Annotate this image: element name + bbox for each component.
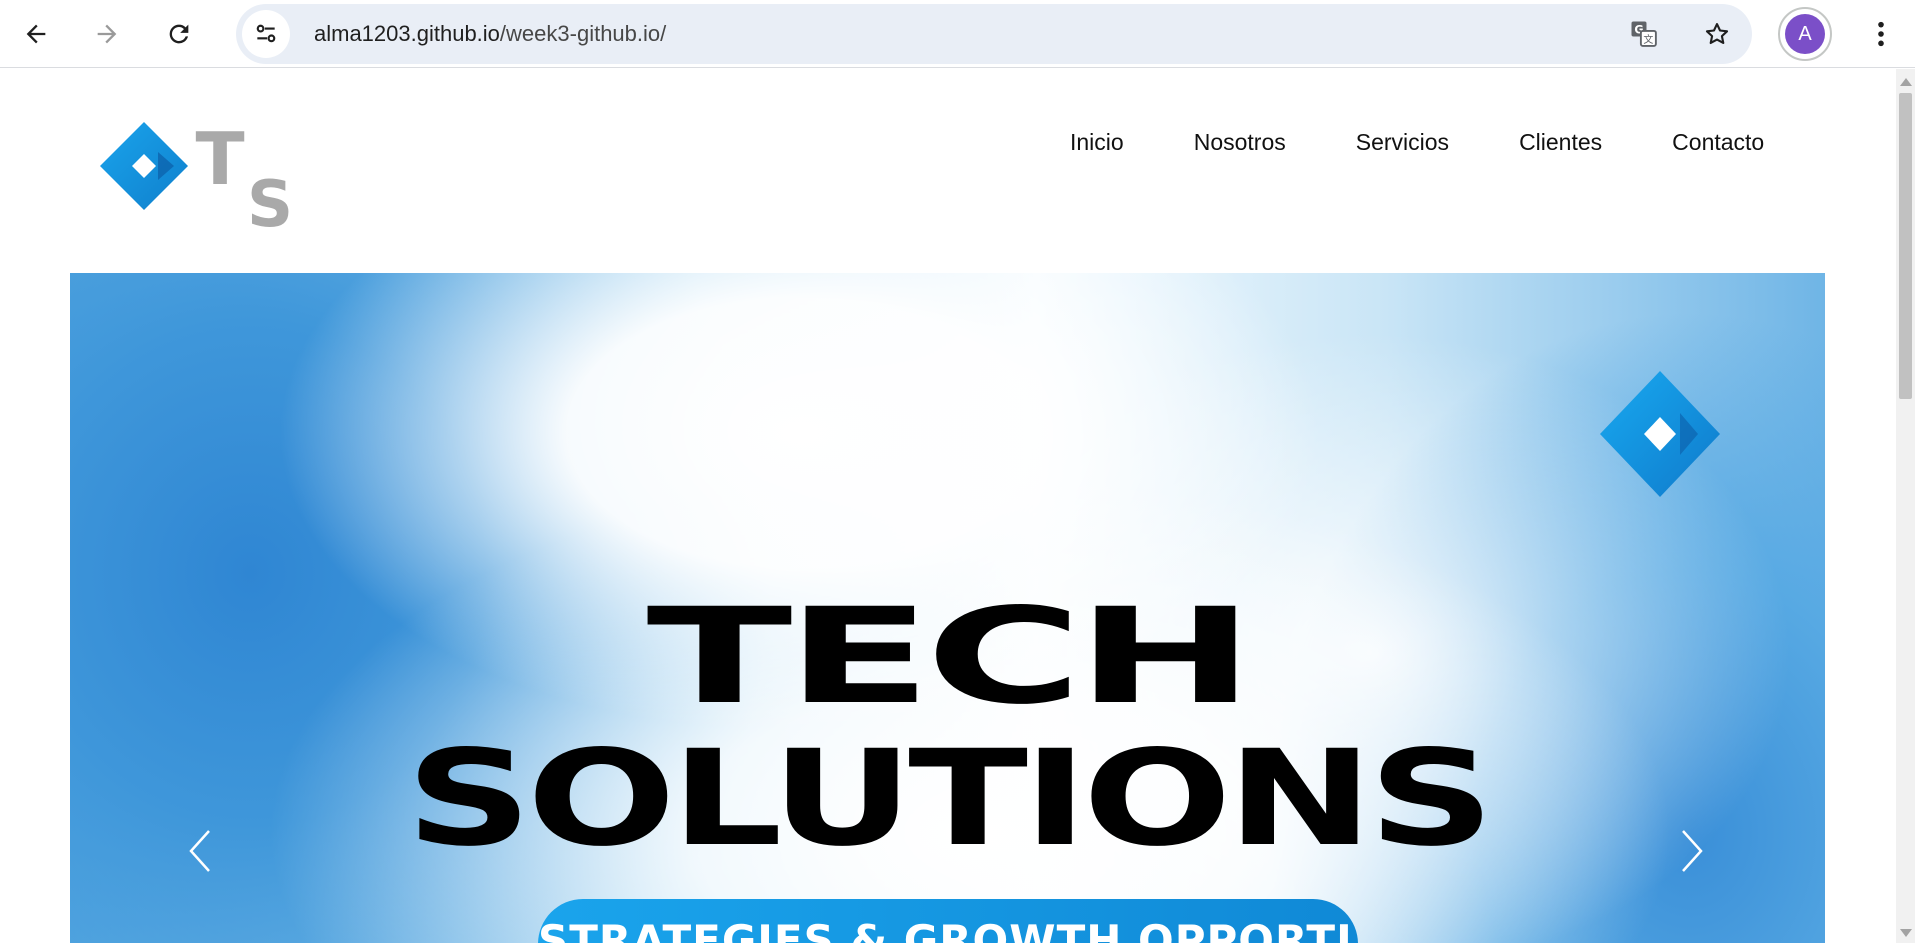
site-info-button[interactable] [242,10,290,58]
browser-toolbar: alma1203.github.io/week3-github.io/ G 文 … [0,0,1915,68]
scroll-down-arrow[interactable] [1900,929,1912,937]
page-viewport: T S Inicio Nosotros Servicios Clientes C… [0,69,1896,943]
main-nav: Inicio Nosotros Servicios Clientes Conta… [1070,129,1764,156]
reload-icon [169,24,189,44]
bookmark-button[interactable] [1697,14,1737,54]
tune-icon [256,24,276,43]
arrow-left-icon [26,24,46,44]
hero-title-line2: SOLUTIONS [405,722,1495,876]
hero-logo-diamond [1600,371,1720,497]
hero-title-line1: TECH [646,580,1255,734]
nav-item-servicios[interactable]: Servicios [1356,129,1449,156]
kebab-menu-icon [1878,21,1884,47]
translate-icon: G 文 [1631,21,1657,47]
carousel-prev-button[interactable] [170,811,230,891]
chevron-right-icon [1682,830,1703,872]
nav-item-clientes[interactable]: Clientes [1519,129,1602,156]
forward-button[interactable] [84,11,130,57]
avatar: A [1785,14,1825,54]
reload-button[interactable] [156,11,202,57]
hero-tagline: STRATEGIES & GROWTH OPPORTUNITIES [538,899,1358,943]
back-button[interactable] [13,11,59,57]
profile-button[interactable]: A [1778,7,1832,61]
carousel-next-button[interactable] [1662,811,1722,891]
star-icon [1705,23,1729,45]
nav-item-nosotros[interactable]: Nosotros [1194,129,1286,156]
address-bar[interactable]: alma1203.github.io/week3-github.io/ G 文 [236,4,1752,64]
nav-item-contacto[interactable]: Contacto [1672,129,1764,156]
arrow-right-icon [97,24,117,44]
site-logo[interactable]: T S [100,114,320,234]
translate-button[interactable]: G 文 [1624,14,1664,54]
scroll-up-arrow[interactable] [1900,78,1912,86]
svg-text:T: T [195,117,244,201]
url-path: /week3-github.io/ [499,21,667,46]
svg-text:S: S [247,168,293,234]
chevron-left-icon [189,830,210,872]
nav-item-inicio[interactable]: Inicio [1070,129,1124,156]
page-scrollbar[interactable] [1896,69,1915,943]
hero-carousel: TECH SOLUTIONS STRATEGIES & GROWTH OPPOR… [70,273,1825,943]
url-host: alma1203.github.io [314,21,500,46]
scroll-thumb[interactable] [1899,93,1912,399]
browser-menu-button[interactable] [1858,11,1904,57]
url-text[interactable]: alma1203.github.io/week3-github.io/ [314,4,666,64]
svg-text:文: 文 [1643,33,1653,46]
